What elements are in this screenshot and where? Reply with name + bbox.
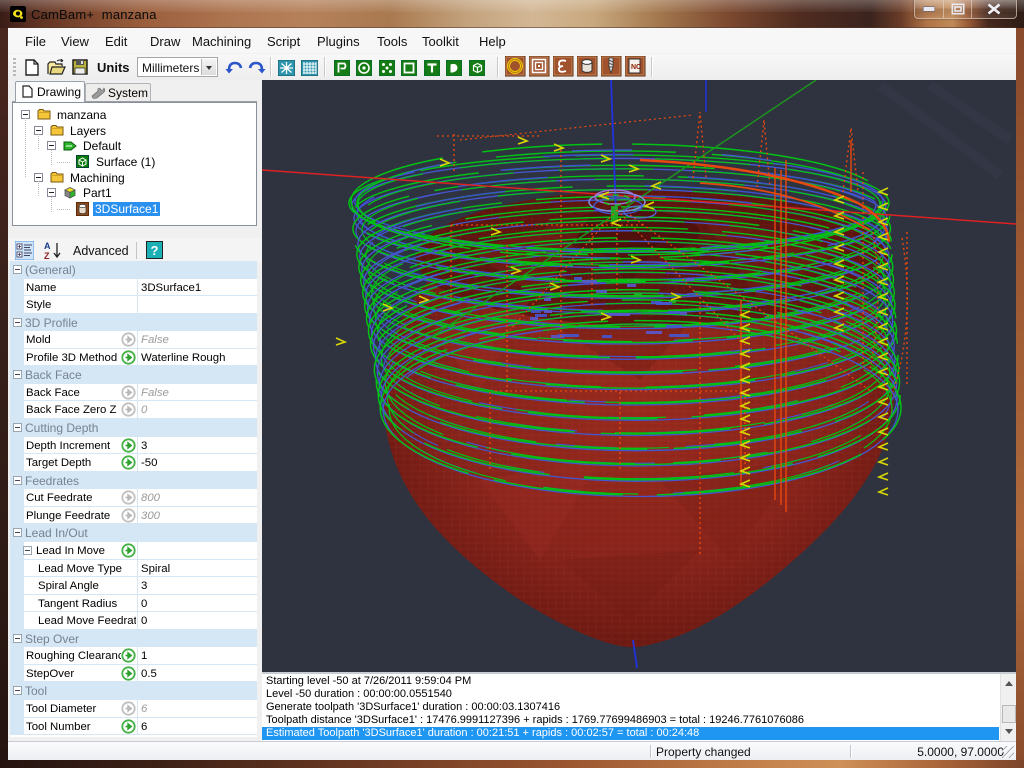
svg-text:A: A [44,241,51,251]
svg-text:NC: NC [631,64,641,71]
svg-text:Z: Z [44,251,50,260]
